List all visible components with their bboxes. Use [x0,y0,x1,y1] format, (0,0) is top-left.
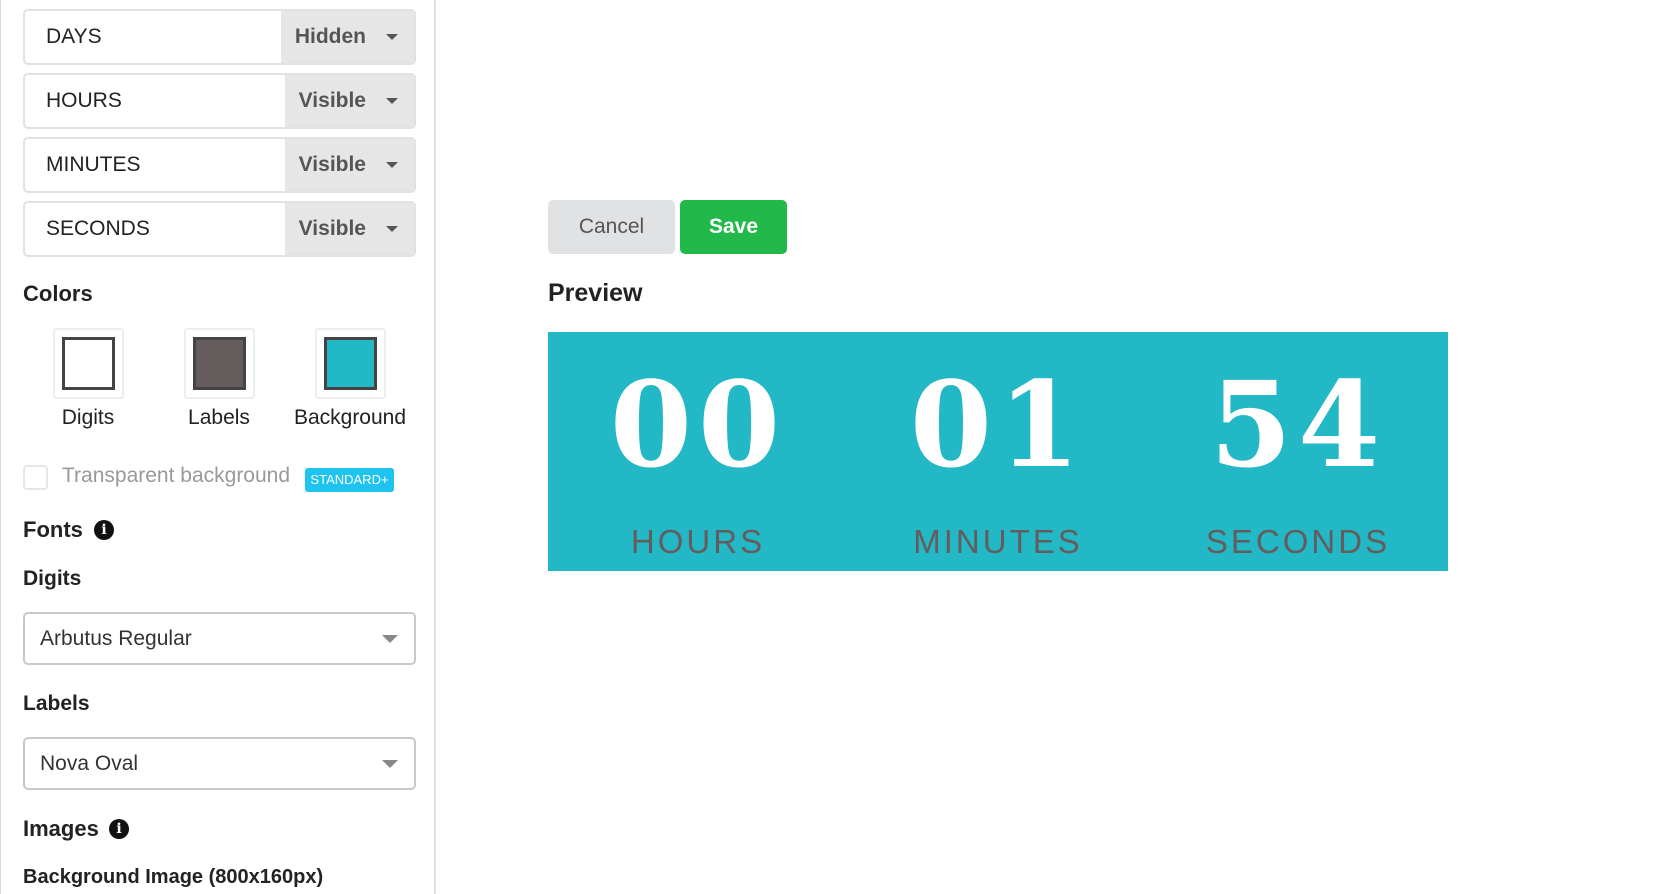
caret-down-icon [382,635,398,643]
visibility-value: Visible [298,89,366,112]
background-color-label: Background [293,406,407,429]
caret-down-icon [386,34,398,40]
labels-font-select[interactable]: Nova Oval [23,737,416,790]
color-fill [62,337,115,390]
seconds-digits: 54 [1209,355,1387,494]
hours-digits: 00 [609,355,787,494]
visibility-select-days[interactable]: Hidden [281,11,414,63]
caret-down-icon [386,162,398,168]
select-value: Arbutus Regular [40,627,192,650]
digits-font-select[interactable]: Arbutus Regular [23,612,416,665]
seconds-segment: 54 SECONDS [1148,332,1448,571]
digits-color-label: Digits [61,406,115,429]
caret-down-icon [386,226,398,232]
hours-segment: 00 HOURS [548,332,848,571]
transparent-background-checkbox[interactable] [23,465,48,490]
seconds-label: SECONDS [1205,523,1391,560]
color-fill [193,337,246,390]
labels-font-label: Labels [23,692,90,715]
unit-row-hours: HOURS Visible [23,73,416,129]
visibility-select-hours[interactable]: Visible [285,75,414,127]
background-color-swatch[interactable] [315,328,386,399]
caret-down-icon [382,760,398,768]
countdown-preview: 00 HOURS 01 MINUTES 54 SECONDS [548,332,1448,571]
unit-name: MINUTES [46,153,141,176]
unit-name: SECONDS [46,217,150,240]
settings-sidebar: DAYS Hidden HOURS Visible MINUTES Visibl… [0,0,436,894]
visibility-value: Visible [298,217,366,240]
fonts-heading: Fonts [23,517,83,542]
caret-down-icon [386,98,398,104]
select-value: Nova Oval [40,752,139,775]
digits-font-label: Digits [23,567,82,590]
images-heading: Images [23,816,99,841]
unit-name: DAYS [46,25,102,48]
visibility-select-minutes[interactable]: Visible [285,139,414,191]
standard-plus-badge: STANDARD+ [305,468,394,492]
unit-name: HOURS [46,89,122,112]
save-button[interactable]: Save [680,200,787,254]
labels-color-label: Labels [188,406,250,429]
visibility-select-seconds[interactable]: Visible [285,203,414,255]
preview-title: Preview [548,279,643,307]
colors-heading: Colors [23,281,93,306]
minutes-label: MINUTES [913,523,1083,560]
minutes-digits: 01 [909,355,1087,494]
digits-color-swatch[interactable] [53,328,124,399]
unit-row-minutes: MINUTES Visible [23,137,416,193]
labels-color-swatch[interactable] [184,328,255,399]
color-fill [324,337,377,390]
hours-label: HOURS [630,523,766,560]
background-image-label: Background Image (800x160px) [23,866,324,888]
unit-row-seconds: SECONDS Visible [23,201,416,257]
info-icon[interactable]: i [94,520,114,540]
visibility-value: Hidden [294,25,366,48]
visibility-value: Visible [298,153,366,176]
unit-row-days: DAYS Hidden [23,9,416,65]
info-icon[interactable]: i [109,819,129,839]
transparent-background-label: Transparent background [62,464,291,487]
minutes-segment: 01 MINUTES [848,332,1148,571]
cancel-button[interactable]: Cancel [548,200,675,254]
